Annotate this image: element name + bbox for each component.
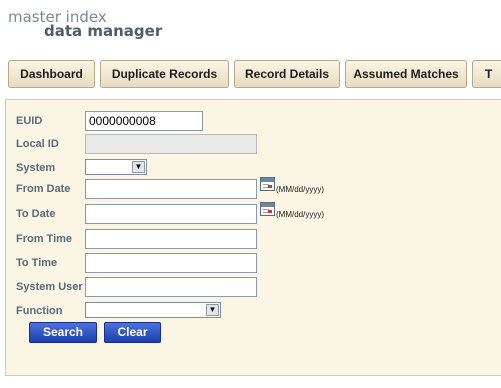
to-date-label: To Date bbox=[16, 208, 56, 220]
to-date-format-hint: (MM/dd/yyyy) bbox=[276, 210, 324, 219]
tab-duplicate-records[interactable]: Duplicate Records bbox=[100, 60, 229, 88]
from-date-input[interactable] bbox=[85, 179, 257, 199]
local-id-input bbox=[85, 134, 257, 154]
from-time-input[interactable] bbox=[85, 229, 257, 249]
to-time-input[interactable] bbox=[85, 253, 257, 273]
logo-line-2: data manager bbox=[44, 22, 163, 40]
clear-button[interactable]: Clear bbox=[104, 322, 161, 343]
calendar-icon[interactable] bbox=[260, 202, 275, 216]
euid-label: EUID bbox=[16, 115, 43, 127]
system-user-input[interactable] bbox=[85, 277, 257, 297]
function-select[interactable]: ▼ bbox=[85, 302, 221, 318]
system-user-label: System User bbox=[16, 281, 83, 293]
euid-input[interactable]: 0000000008 bbox=[85, 111, 203, 131]
tab-dashboard[interactable]: Dashboard bbox=[8, 60, 95, 88]
search-button[interactable]: Search bbox=[29, 322, 97, 343]
search-form-panel: EUID 0000000008 Local ID System ▼ From D… bbox=[5, 99, 501, 376]
local-id-label: Local ID bbox=[16, 138, 59, 150]
system-label: System bbox=[16, 162, 56, 174]
function-label: Function bbox=[16, 305, 63, 317]
tab-truncated[interactable]: T bbox=[472, 60, 501, 88]
to-time-label: To Time bbox=[16, 257, 58, 269]
from-time-label: From Time bbox=[16, 233, 73, 245]
system-select[interactable]: ▼ bbox=[85, 159, 147, 175]
from-date-label: From Date bbox=[16, 183, 71, 195]
chevron-down-icon: ▼ bbox=[132, 161, 145, 173]
calendar-icon[interactable] bbox=[260, 177, 275, 191]
to-date-input[interactable] bbox=[85, 204, 257, 224]
app-logo: master index data manager bbox=[8, 10, 162, 39]
from-date-format-hint: (MM/dd/yyyy) bbox=[276, 185, 324, 194]
tab-record-details[interactable]: Record Details bbox=[234, 60, 340, 88]
tab-assumed-matches[interactable]: Assumed Matches bbox=[345, 60, 467, 88]
chevron-down-icon: ▼ bbox=[206, 304, 219, 316]
